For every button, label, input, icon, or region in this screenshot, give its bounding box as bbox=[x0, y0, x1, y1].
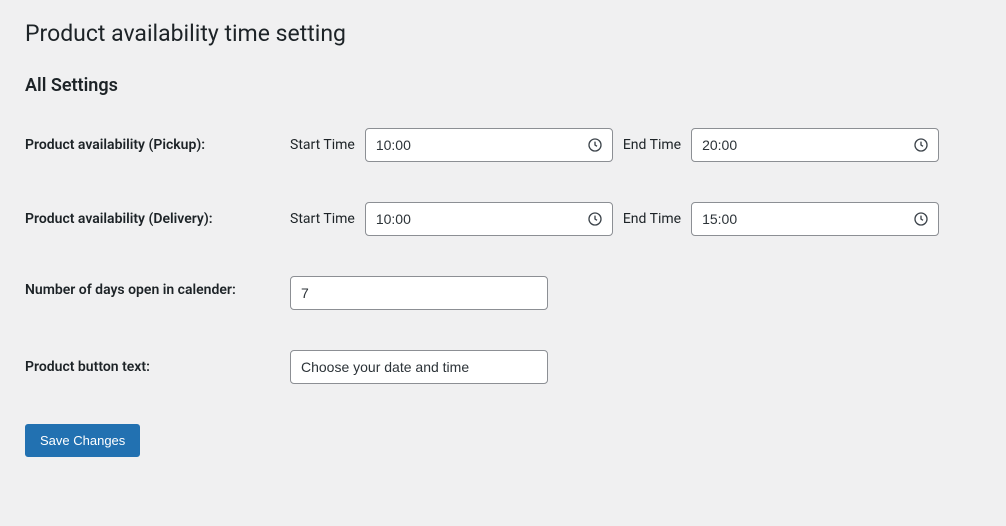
days-label: Number of days open in calender: bbox=[25, 276, 290, 298]
pickup-start-input[interactable] bbox=[365, 128, 613, 162]
pickup-fields: Start Time End Time bbox=[290, 128, 939, 162]
delivery-start-wrapper bbox=[365, 202, 613, 236]
button-text-row: Product button text: bbox=[25, 350, 981, 384]
pickup-label: Product availability (Pickup): bbox=[25, 137, 290, 153]
save-button[interactable]: Save Changes bbox=[25, 424, 140, 457]
pickup-row: Product availability (Pickup): Start Tim… bbox=[25, 128, 981, 162]
delivery-end-label: End Time bbox=[623, 211, 681, 227]
button-text-input[interactable] bbox=[290, 350, 548, 384]
page-subtitle: All Settings bbox=[25, 75, 981, 96]
settings-form: Product availability (Pickup): Start Tim… bbox=[25, 128, 981, 457]
button-text-fields bbox=[290, 350, 548, 384]
delivery-end-input[interactable] bbox=[691, 202, 939, 236]
days-fields bbox=[290, 276, 548, 310]
delivery-start-input[interactable] bbox=[365, 202, 613, 236]
delivery-label: Product availability (Delivery): bbox=[25, 211, 290, 227]
delivery-fields: Start Time End Time bbox=[290, 202, 939, 236]
form-actions: Save Changes bbox=[25, 424, 981, 457]
pickup-end-wrapper bbox=[691, 128, 939, 162]
button-text-label: Product button text: bbox=[25, 359, 290, 375]
delivery-end-wrapper bbox=[691, 202, 939, 236]
delivery-start-label: Start Time bbox=[290, 211, 355, 227]
pickup-end-input[interactable] bbox=[691, 128, 939, 162]
delivery-row: Product availability (Delivery): Start T… bbox=[25, 202, 981, 236]
days-input[interactable] bbox=[290, 276, 548, 310]
days-row: Number of days open in calender: bbox=[25, 276, 981, 310]
pickup-start-wrapper bbox=[365, 128, 613, 162]
pickup-start-label: Start Time bbox=[290, 137, 355, 153]
pickup-end-label: End Time bbox=[623, 137, 681, 153]
page-title: Product availability time setting bbox=[25, 20, 981, 47]
